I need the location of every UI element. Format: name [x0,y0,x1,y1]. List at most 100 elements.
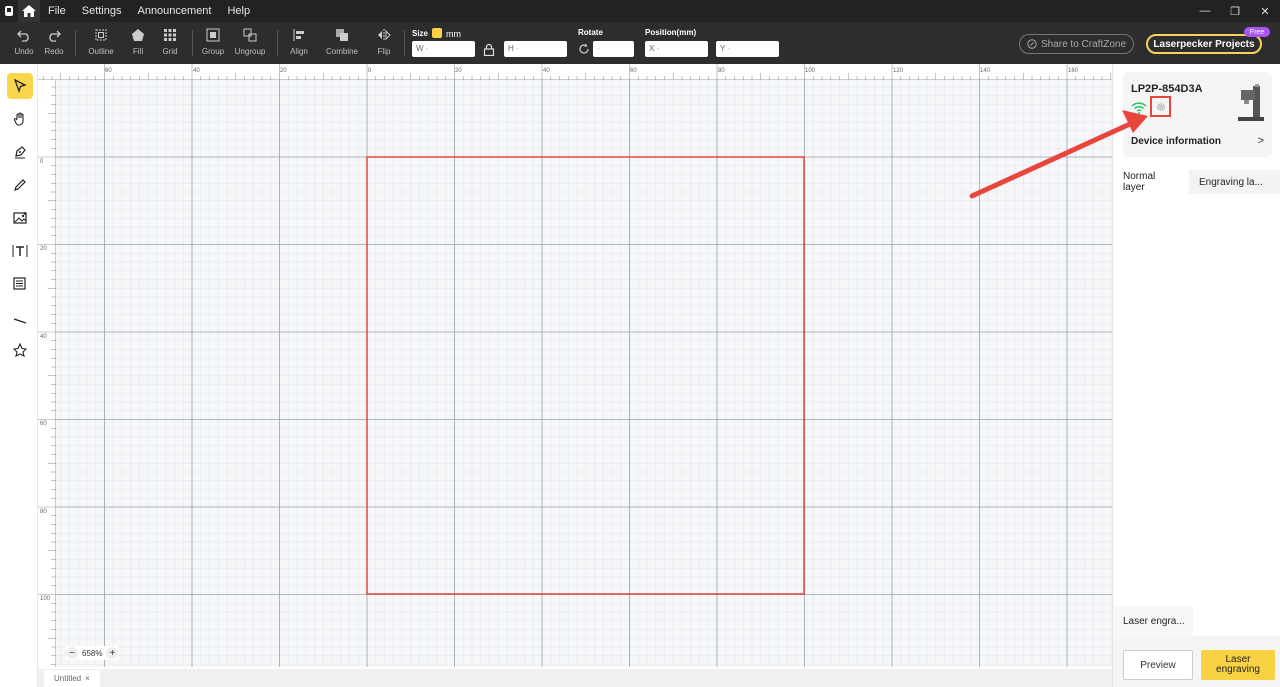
right-panel: LP2P-854D3A Device information > Normal … [1112,64,1280,687]
lock-icon[interactable] [483,43,495,58]
close-icon[interactable]: ✕ [1250,0,1280,22]
home-icon[interactable] [18,0,40,22]
flip-icon [377,25,391,45]
combine-icon [335,25,349,45]
select-tool-icon[interactable] [7,73,33,99]
zoom-in-button[interactable]: + [106,647,119,659]
redo-icon [47,25,61,45]
v-tick-label: 20 [40,246,47,252]
menu-announcement[interactable]: Announcement [137,5,211,17]
maximize-icon[interactable]: ❐ [1220,0,1250,22]
group-button[interactable]: Group [198,25,228,56]
free-badge: Free [1244,27,1270,37]
chevron-right-icon[interactable]: > [1258,135,1264,147]
v-ruler-ticks [38,86,56,665]
h-tick-label: 60 [105,68,112,74]
combine-button[interactable]: Combine [321,25,363,56]
outline-icon [94,25,108,45]
tab-engraving-layer[interactable]: Engraving la... [1189,170,1280,194]
h-tick-label: 40 [543,68,550,74]
v-tick-label: 40 [40,334,47,340]
width-field[interactable]: W - [412,41,475,57]
h-tick-label: 40 [193,68,200,74]
zoom-value: 658% [82,648,103,658]
menu-help[interactable]: Help [227,5,250,17]
horizontal-ruler: 60 40 20 0 20 40 60 80 100 120 140 160 [38,64,1112,80]
fill-button[interactable]: Fill [123,25,153,56]
action-area: Preview Laser engraving [1113,636,1280,687]
left-toolbar [0,64,38,687]
h-tick-label: 140 [980,68,991,74]
position-label: Position(mm) [645,28,697,37]
redo-button[interactable]: Redo [39,25,69,56]
undo-button[interactable]: Undo [9,25,39,56]
share-button[interactable]: Share to CraftZone [1019,34,1134,54]
v-tick-label: 100 [40,596,51,602]
rotate-icon [578,43,590,57]
wifi-icon [1131,101,1147,119]
device-card: LP2P-854D3A Device information > [1123,72,1272,157]
grid-icon [163,25,177,45]
line-tool-icon[interactable] [7,304,33,330]
document-tabbar: Untitled × [38,669,1112,687]
size-label: Size [412,29,429,38]
menu-file[interactable]: File [48,5,66,17]
h-tick-label: 120 [893,68,904,74]
rotate-field[interactable]: - [593,41,634,57]
pencil-tool-icon[interactable] [7,172,33,198]
shape-tool-icon[interactable] [7,337,33,363]
work-canvas[interactable] [56,80,1112,667]
hand-tool-icon[interactable] [7,106,33,132]
grid-button[interactable]: Grid [155,25,185,56]
ungroup-icon [243,25,257,45]
align-button[interactable]: Align [284,25,314,56]
zoom-out-button[interactable]: − [66,647,78,659]
h-tick-label: 0 [368,68,372,74]
canvas-grid [56,80,1112,667]
device-information-link[interactable]: Device information [1131,136,1221,147]
document-tab[interactable]: Untitled × [44,670,100,687]
toolbar: Undo Redo Outline Fill Grid Group Ungrou… [0,22,1280,64]
zoom-control: − 658% + [66,646,119,660]
image-tool-icon[interactable] [7,205,33,231]
height-field[interactable]: H - [504,41,567,57]
device-settings-gear-icon[interactable] [1150,96,1171,117]
h-tick-label: 20 [455,68,462,74]
barcode-tool-icon[interactable] [7,271,33,297]
outline-button[interactable]: Outline [84,25,118,56]
preview-button[interactable]: Preview [1123,650,1193,680]
title-bar: File Settings Announcement Help — ❐ ✕ [0,0,1280,22]
unit-checkbox[interactable] [432,28,442,38]
x-field[interactable]: X - [645,41,708,57]
app-window: File Settings Announcement Help — ❐ ✕ Un… [0,0,1280,687]
undo-icon [17,25,31,45]
minimize-icon[interactable]: — [1190,0,1220,22]
rotate-label: Rotate [578,28,603,37]
share-icon [1027,39,1037,49]
h-tick-label: 60 [630,68,637,74]
y-field[interactable]: Y - [716,41,779,57]
pen-tool-icon[interactable] [7,139,33,165]
ungroup-button[interactable]: Ungroup [233,25,267,56]
laserpecker-projects-button[interactable]: Laserpecker Projects [1146,34,1262,54]
fill-icon [131,25,145,45]
v-tick-label: 0 [40,159,44,165]
device-image-icon [1236,82,1266,127]
unit-label: mm [446,29,461,39]
v-tick-label: 80 [40,509,47,515]
menu-settings[interactable]: Settings [82,5,122,17]
align-icon [292,25,306,45]
h-tick-label: 160 [1068,68,1079,74]
group-icon [206,25,220,45]
text-tool-icon[interactable] [7,238,33,264]
flip-button[interactable]: Flip [369,25,399,56]
v-tick-label: 60 [40,421,47,427]
h-tick-label: 80 [718,68,725,74]
app-logo-icon [0,0,18,22]
close-tab-icon[interactable]: × [85,674,90,683]
tab-laser-engraving[interactable]: Laser engra... [1113,606,1193,636]
laser-engraving-button[interactable]: Laser engraving [1201,650,1275,680]
tab-normal-layer[interactable]: Normal layer [1113,170,1189,194]
device-name: LP2P-854D3A [1131,83,1203,95]
vertical-ruler: 0 20 40 60 80 100 [38,80,56,667]
